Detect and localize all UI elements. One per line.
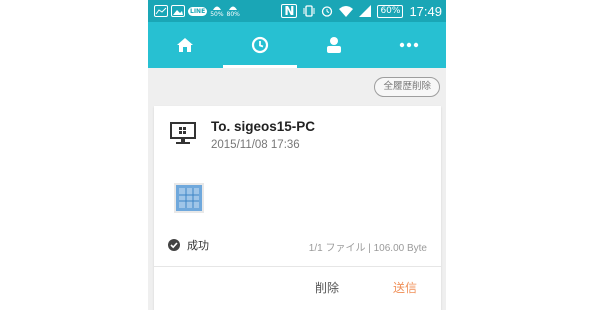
person-icon xyxy=(327,37,342,53)
tab-history[interactable] xyxy=(222,22,298,68)
clear-all-history-button[interactable]: 全履歴削除 xyxy=(374,77,440,97)
more-icon xyxy=(399,42,418,48)
computer-icon xyxy=(170,122,196,150)
rain-forecast-2: 80% xyxy=(227,5,240,18)
clock-time: 17:49 xyxy=(409,3,442,19)
tab-profile[interactable] xyxy=(297,22,372,68)
file-info: 1/1 ファイル | 106.00 Byte xyxy=(308,243,427,254)
file-thumbnail[interactable] xyxy=(174,183,204,217)
divider xyxy=(154,266,441,267)
tab-more[interactable] xyxy=(372,22,447,68)
history-card[interactable]: To. sigeos15-PC 2015/11/08 17:36 成功 1/1 … xyxy=(154,106,441,310)
wifi-icon xyxy=(339,6,354,17)
signal-icon xyxy=(359,5,372,17)
line-app-icon: LINE xyxy=(188,6,208,16)
check-circle-icon xyxy=(168,239,180,251)
battery-indicator: 60% xyxy=(377,4,404,18)
clock-icon xyxy=(251,36,268,54)
send-button[interactable]: 送信 xyxy=(393,279,417,296)
home-icon xyxy=(177,38,194,52)
phone-screen: LINE 50% 80% N 60% 17:49 全履歴削除 To. sigeo… xyxy=(148,0,446,310)
tab-home[interactable] xyxy=(148,22,223,68)
history-content: 全履歴削除 To. sigeos15-PC 2015/11/08 17:36 成… xyxy=(148,68,446,310)
vibrate-icon xyxy=(303,5,315,17)
rain-forecast-1: 50% xyxy=(210,5,224,18)
chart-icon xyxy=(154,5,168,17)
status-label: 成功 xyxy=(187,239,209,252)
recipient-title: To. sigeos15-PC xyxy=(211,119,316,134)
transfer-date: 2015/11/08 17:36 xyxy=(211,139,300,151)
rain-percent-1: 50% xyxy=(210,10,224,18)
alarm-icon xyxy=(322,6,333,17)
tab-bar xyxy=(148,22,446,68)
status-row: 成功 xyxy=(168,237,209,253)
delete-button[interactable]: 削除 xyxy=(315,279,339,296)
status-bar: LINE 50% 80% N 60% 17:49 xyxy=(148,0,446,22)
nfc-icon: N xyxy=(281,4,298,18)
image-icon xyxy=(171,5,185,17)
rain-percent-2: 80% xyxy=(226,10,240,18)
